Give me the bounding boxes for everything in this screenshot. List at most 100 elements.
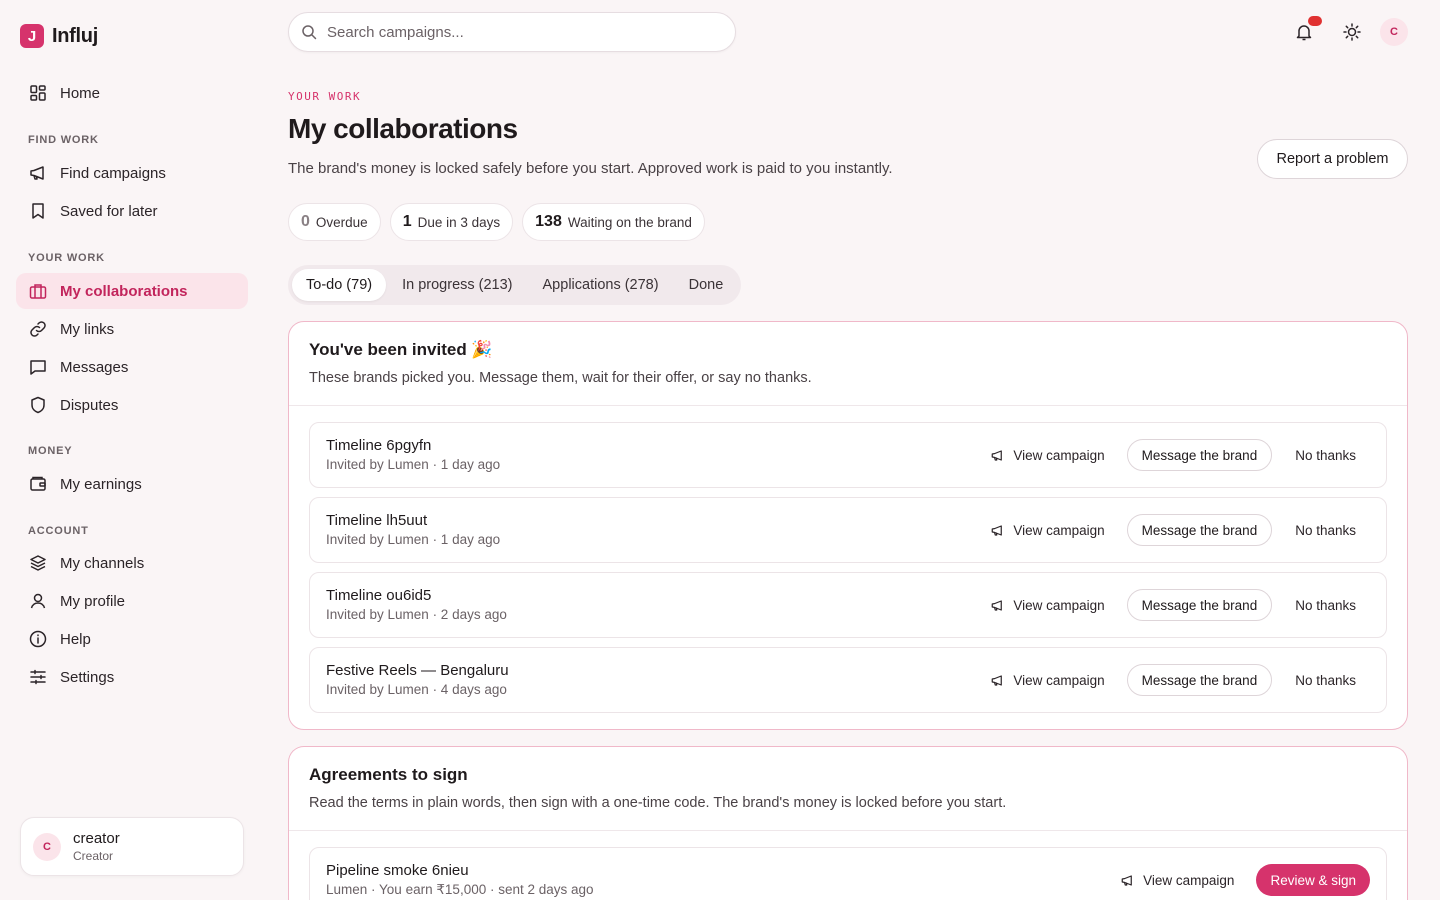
tab-done[interactable]: Done xyxy=(675,269,738,301)
message-brand-button[interactable]: Message the brand xyxy=(1126,664,1273,696)
campaign-title: Timeline lh5uut xyxy=(326,512,428,529)
card-subtitle: These brands picked you. Message them, w… xyxy=(309,370,812,386)
card-header: Agreements to sign Read the terms in pla… xyxy=(289,747,1407,831)
view-campaign-link[interactable]: View campaign xyxy=(990,597,1105,613)
page-eyebrow: YOUR WORK xyxy=(288,90,362,103)
sidebar-item-my-channels[interactable]: My channels xyxy=(16,545,248,581)
sidebar-item-my-links[interactable]: My links xyxy=(16,311,248,347)
sidebar-item-messages[interactable]: Messages xyxy=(16,349,248,385)
no-thanks-button[interactable]: No thanks xyxy=(1272,673,1370,688)
no-thanks-button[interactable]: No thanks xyxy=(1272,448,1370,463)
sidebar-item-label: Find campaigns xyxy=(60,164,166,182)
megaphone-icon xyxy=(991,599,1003,611)
sidebar-item-label: Help xyxy=(60,630,91,648)
sidebar-item-label: Home xyxy=(60,84,101,102)
sidebar-item-my-earnings[interactable]: My earnings xyxy=(16,466,248,502)
sidebar-item-help[interactable]: Help xyxy=(16,621,248,657)
stat-overdue[interactable]: 0 Overdue xyxy=(288,203,381,241)
stat-value: 0 xyxy=(301,213,310,230)
agreement-title: Pipeline smoke 6nieu xyxy=(326,862,469,879)
sidebar: J Influj Home FIND WORK Find campaigns S… xyxy=(0,0,264,900)
search-input[interactable] xyxy=(327,23,707,41)
message-brand-button[interactable]: Message the brand xyxy=(1126,514,1273,546)
user-card[interactable]: C creator Creator xyxy=(20,817,244,876)
card-title: You've been invited 🎉 xyxy=(309,340,493,359)
view-campaign-link[interactable]: View campaign xyxy=(1120,873,1234,888)
campaign-meta: Invited by Lumen · 1 day ago xyxy=(326,532,501,547)
search-icon xyxy=(302,25,317,40)
campaign-meta: Invited by Lumen · 4 days ago xyxy=(326,682,507,697)
shield-icon xyxy=(31,396,45,414)
grid-icon xyxy=(30,85,46,101)
sidebar-item-my-collaborations[interactable]: My collaborations xyxy=(16,273,248,309)
user-name: creator xyxy=(73,830,120,847)
sidebar-item-find-campaigns[interactable]: Find campaigns xyxy=(16,155,248,191)
sidebar-item-label: Saved for later xyxy=(60,202,158,220)
user-icon xyxy=(30,593,46,609)
page-subtitle: The brand's money is locked safely befor… xyxy=(288,160,893,177)
sidebar-item-settings[interactable]: Settings xyxy=(16,659,248,695)
no-thanks-button[interactable]: No thanks xyxy=(1272,523,1370,538)
sidebar-item-label: My collaborations xyxy=(60,282,188,300)
stats-row: 0 Overdue 1 Due in 3 days 138 Waiting on… xyxy=(288,203,705,241)
agreement-row: Pipeline smoke 6nieu Lumen · You earn ₹1… xyxy=(309,847,1387,900)
megaphone-icon xyxy=(991,524,1003,536)
sidebar-item-label: Settings xyxy=(60,668,115,686)
campaign-title: Timeline 6pgyfn xyxy=(326,437,432,454)
briefcase-icon xyxy=(29,284,47,299)
megaphone-icon xyxy=(991,449,1003,461)
stat-value: 138 xyxy=(535,213,562,230)
view-campaign-link[interactable]: View campaign xyxy=(990,673,1105,688)
sidebar-item-label: Messages xyxy=(60,358,129,376)
invited-card: You've been invited 🎉 These brands picke… xyxy=(288,321,1408,730)
brand[interactable]: J Influj xyxy=(20,24,98,48)
theme-toggle-button[interactable] xyxy=(1338,18,1366,46)
nav-heading: YOUR WORK xyxy=(28,252,105,264)
stat-value: 1 xyxy=(402,213,412,230)
stat-label: Waiting on the brand xyxy=(567,214,692,230)
invite-row: Timeline ou6id5 Invited by Lumen · 2 day… xyxy=(309,572,1387,638)
nav-heading: FIND WORK xyxy=(28,134,99,146)
invite-row: Timeline 6pgyfn Invited by Lumen · 1 day… xyxy=(309,422,1387,488)
link-icon xyxy=(30,321,46,337)
tab-applications[interactable]: Applications (278) xyxy=(529,269,673,301)
megaphone-icon xyxy=(991,674,1003,686)
sidebar-item-saved-for-later[interactable]: Saved for later xyxy=(16,193,248,229)
message-brand-button[interactable]: Message the brand xyxy=(1126,439,1273,471)
sliders-icon xyxy=(30,669,46,685)
megaphone-icon xyxy=(30,166,44,180)
info-icon xyxy=(29,630,47,648)
chat-icon xyxy=(30,360,46,375)
view-campaign-link[interactable]: View campaign xyxy=(990,522,1105,538)
sidebar-item-label: My channels xyxy=(60,554,145,572)
view-campaign-label: View campaign xyxy=(1013,447,1105,463)
account-avatar-button[interactable]: C xyxy=(1380,18,1408,46)
sidebar-item-home[interactable]: Home xyxy=(16,75,248,111)
no-thanks-button[interactable]: No thanks xyxy=(1272,598,1370,613)
invite-row: Festive Reels — Bengaluru Invited by Lum… xyxy=(309,647,1387,713)
tab-in-progress[interactable]: In progress (213) xyxy=(388,269,526,301)
view-campaign-link[interactable]: View campaign xyxy=(990,447,1105,463)
view-campaign-label: View campaign xyxy=(1013,522,1105,538)
report-problem-button[interactable]: Report a problem xyxy=(1257,139,1408,179)
campaign-title: Festive Reels — Bengaluru xyxy=(326,662,509,679)
sidebar-item-disputes[interactable]: Disputes xyxy=(16,387,248,423)
invite-row: Timeline lh5uut Invited by Lumen · 1 day… xyxy=(309,497,1387,563)
message-brand-button[interactable]: Message the brand xyxy=(1126,589,1273,621)
sidebar-item-my-profile[interactable]: My profile xyxy=(16,583,248,619)
card-title: Agreements to sign xyxy=(309,765,468,784)
user-role: Creator xyxy=(73,849,114,863)
notification-badge xyxy=(1308,16,1322,26)
nav-home-section: Home xyxy=(16,75,248,113)
tabs: To-do (79) In progress (213) Application… xyxy=(288,265,742,305)
view-campaign-label: View campaign xyxy=(1013,597,1105,613)
wallet-icon xyxy=(30,476,46,491)
review-sign-button[interactable]: Review & sign xyxy=(1256,864,1370,896)
notifications-button[interactable] xyxy=(1290,16,1322,46)
stat-waiting[interactable]: 138 Waiting on the brand xyxy=(522,203,705,241)
nav-money-section: MONEY My earnings xyxy=(16,441,248,504)
stat-due-soon[interactable]: 1 Due in 3 days xyxy=(389,203,514,241)
card-subtitle: Read the terms in plain words, then sign… xyxy=(309,795,1007,811)
stat-label: Due in 3 days xyxy=(417,214,501,230)
tab-to-do[interactable]: To-do (79) xyxy=(292,269,387,301)
